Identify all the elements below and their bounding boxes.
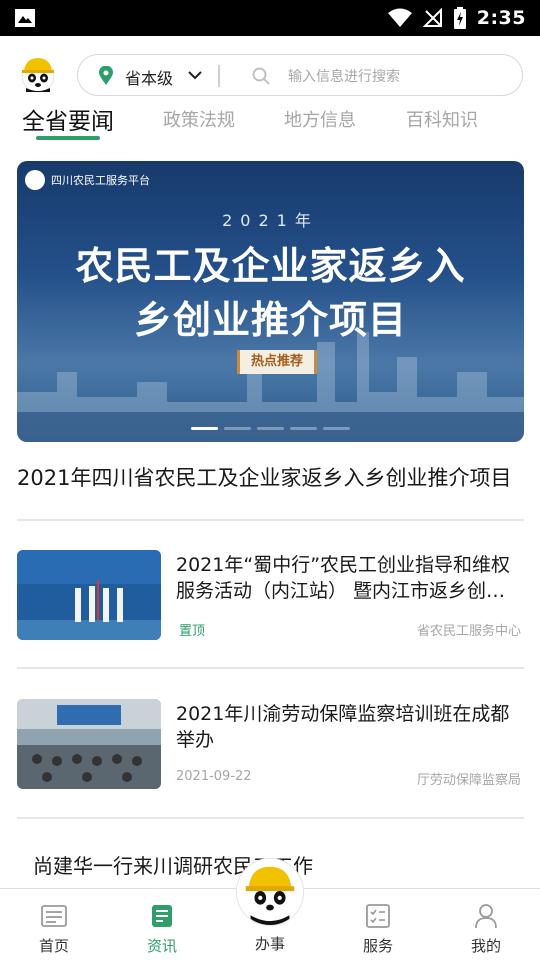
checklist-icon [366, 904, 390, 928]
no-signal-icon [422, 8, 442, 27]
carousel-dot[interactable] [323, 427, 350, 430]
tab-encyclopedia[interactable]: 百科知识 [406, 106, 478, 132]
active-tab-indicator [36, 136, 100, 140]
panda-logo[interactable] [18, 54, 58, 94]
nav-label: 我的 [470, 937, 501, 955]
chevron-down-icon[interactable] [188, 70, 202, 80]
person-icon [475, 904, 497, 929]
nav-label: 首页 [38, 937, 69, 955]
nav-label: 服务 [362, 937, 393, 955]
banner-year: 2021年 [222, 211, 319, 230]
carousel-indicator [191, 427, 350, 430]
news-title[interactable]: 2021年川渝劳动保障监察培训班在成都举办 [176, 701, 524, 753]
banner-title-line2: 乡创业推介项目 [133, 298, 407, 342]
image-icon [15, 9, 35, 27]
pinned-badge: 置顶 [179, 624, 206, 639]
location-pin-icon[interactable] [98, 66, 114, 86]
clock: 2:35 [476, 7, 526, 29]
news-source: 厅劳动保障监察局 [416, 773, 521, 788]
carousel-dot[interactable] [257, 427, 284, 430]
tab-local-info[interactable]: 地方信息 [284, 106, 356, 132]
nav-news[interactable]: 资讯 [108, 889, 216, 960]
nav-profile[interactable]: 我的 [432, 889, 540, 960]
banner-title-line1: 农民工及企业家返乡入 [75, 244, 466, 288]
newspaper-icon [41, 905, 67, 927]
panda-logo [25, 170, 45, 190]
news-thumbnail[interactable] [17, 699, 161, 789]
hot-recommend-tag: 热点推荐 [237, 350, 317, 374]
nav-services[interactable]: 服务 [324, 889, 432, 960]
carousel-dot[interactable] [290, 427, 317, 430]
document-icon [152, 905, 172, 927]
tab-policies[interactable]: 政策法规 [163, 106, 235, 132]
news-item[interactable]: 2021年“蜀中行”农民工创业指导和维权服务活动（内江站） 暨内江市返乡创业问团… [17, 550, 524, 640]
nav-label[interactable]: 办事 [236, 933, 304, 954]
divider [17, 519, 524, 521]
search-icon[interactable] [252, 67, 270, 85]
news-item[interactable]: 2021年川渝劳动保障监察培训班在成都举办 2021-09-22 厅劳动保障监察… [17, 699, 524, 789]
banner-org-badge: 四川农民工服务平台 [25, 170, 150, 190]
search-input[interactable]: 输入信息进行搜索 [288, 66, 400, 86]
carousel-dot[interactable] [224, 427, 251, 430]
nav-label: 资讯 [146, 937, 177, 955]
news-thumbnail[interactable] [17, 550, 161, 640]
status-bar: 2:35 [0, 0, 540, 36]
divider [17, 667, 524, 669]
region-selector[interactable]: 省本级 [125, 65, 173, 89]
banner-org-name: 四川农民工服务平台 [51, 174, 150, 187]
category-tabs: 全省要闻 政策法规 地方信息 百科知识 [0, 100, 540, 144]
banner-carousel[interactable]: 四川农民工服务平台 2021年 农民工及企业家返乡入 乡创业推介项目 热点推荐 [17, 161, 524, 442]
tab-provincial-news[interactable]: 全省要闻 [22, 102, 114, 136]
wifi-icon [387, 8, 412, 27]
divider [218, 65, 220, 87]
news-source: 省农民工服务中心 [416, 624, 521, 639]
carousel-dot[interactable] [191, 427, 218, 430]
news-title[interactable]: 2021年“蜀中行”农民工创业指导和维权服务活动（内江站） 暨内江市返乡创业问团… [176, 552, 524, 604]
news-date: 2021-09-22 [176, 769, 252, 784]
panda-mascot-icon[interactable] [236, 858, 304, 926]
search-bar[interactable]: 省本级 输入信息进行搜索 [77, 54, 523, 96]
divider [17, 817, 524, 819]
battery-charging-icon [453, 7, 466, 29]
nav-home[interactable]: 首页 [0, 889, 108, 960]
banner-headline[interactable]: 2021年四川省农民工及企业家返乡入乡创业推介项目 [17, 462, 524, 492]
